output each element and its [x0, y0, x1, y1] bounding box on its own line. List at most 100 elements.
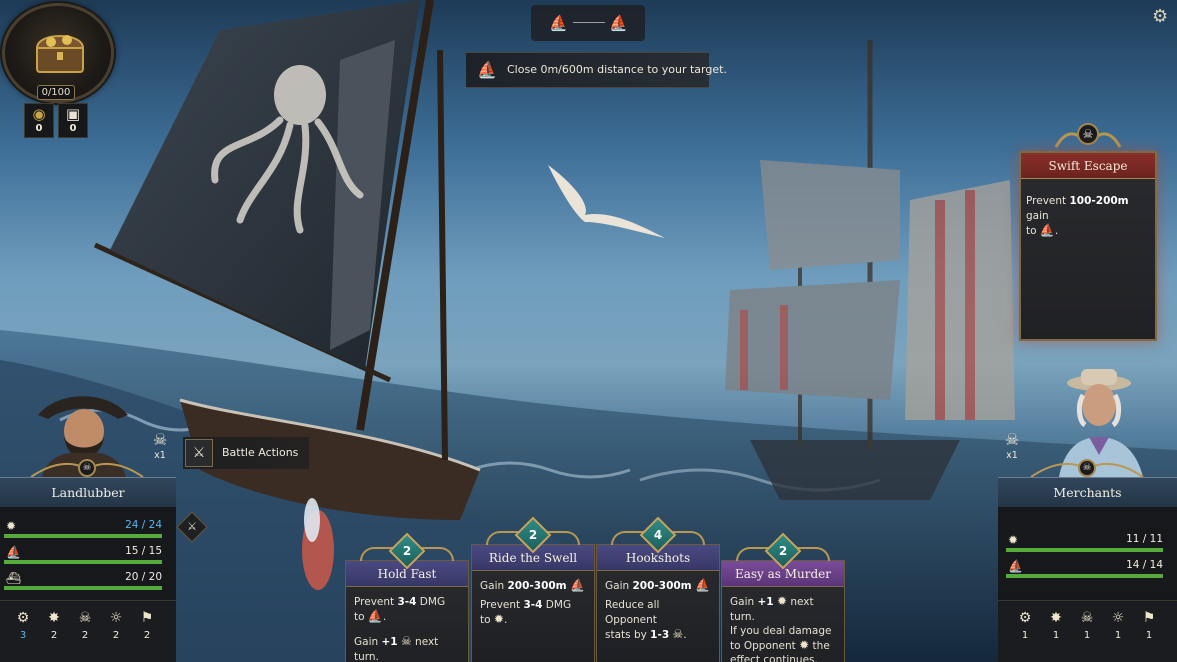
enemy-desc-bold: 100-200m — [1069, 195, 1129, 207]
gold-coin-icon: ◉ — [32, 105, 46, 123]
player-effect-3[interactable]: ☠ 2 — [73, 611, 97, 641]
enemy-intent-card[interactable]: Swift Escape Prevent 100-200m gain to ⛵. — [1019, 151, 1157, 341]
player-effect-2[interactable]: ✸ 2 — [42, 611, 66, 641]
player-stat-sail: ⛵ 15 / 15 — [0, 543, 176, 569]
card-text: Gain — [354, 636, 382, 648]
card-cost: 2 — [778, 544, 788, 558]
gold-resource[interactable]: ◉ 0 — [24, 103, 54, 138]
player-stat-crew-fill — [4, 534, 162, 538]
card-hookshots[interactable]: 4 Hookshots Gain 200-300m ⛵ Reduce all O… — [596, 516, 720, 662]
supply-crate-icon: ▣ — [65, 105, 81, 123]
opponent-stats: ✹ 11 / 11 ⛵ 14 / 14 — [998, 507, 1177, 600]
card-text: Prevent — [480, 599, 524, 611]
sail-icon: ⛵ — [1039, 223, 1055, 237]
sword-burst-icon: ✸ — [1050, 610, 1062, 626]
opponent-effect-5-value: 1 — [1145, 630, 1153, 641]
opponent-effect-2[interactable]: ✸ 1 — [1044, 611, 1068, 641]
enemy-intent-title: Swift Escape — [1021, 153, 1155, 179]
player-stat-crew-bar — [4, 534, 162, 538]
opponent-multiplier: ☠ x1 — [999, 430, 1025, 470]
player-effect-1-value: 3 — [19, 630, 27, 641]
skull-badge-icon: ☠ — [78, 610, 92, 626]
sun-crew-icon: ✹ — [799, 637, 810, 652]
player-effect-4[interactable]: ☼ 2 — [104, 611, 128, 641]
sail-icon: ⛵ — [1008, 559, 1023, 573]
opponent-stat-sail: ⛵ 14 / 14 — [998, 557, 1177, 583]
sun-badge-icon: ☼ — [109, 610, 123, 626]
card-cost: 2 — [528, 528, 538, 542]
opponent-effect-5[interactable]: ⚑ 1 — [1137, 611, 1161, 641]
enemy-desc-prefix: Prevent — [1026, 195, 1070, 207]
skull-badge-icon: ☠ — [1080, 610, 1094, 626]
gold-value: 0 — [35, 123, 43, 134]
player-multiplier: ☠ x1 — [147, 430, 173, 470]
card-text: If you deal damage — [730, 625, 832, 637]
opponent-stat-sail-value: 14 / 14 — [1126, 559, 1163, 571]
opponent-effects: ⚙ 1 ✸ 1 ☠ 1 ☼ 1 ⚑ 1 — [998, 600, 1177, 662]
opponent-stat-crew-fill — [1006, 548, 1163, 552]
card-hold-fast[interactable]: 2 Hold Fast Prevent 3-4 DMG to ⛵. Gain +1… — [345, 532, 469, 662]
opponent-effect-1[interactable]: ⚙ 1 — [1013, 611, 1037, 641]
opponent-stat-crew-value: 11 / 11 — [1126, 533, 1163, 545]
card-cost: 2 — [402, 544, 412, 558]
card-text: DMG — [542, 599, 572, 611]
supply-value: 0 — [69, 123, 77, 134]
player-effect-5[interactable]: ⚑ 2 — [135, 611, 159, 641]
player-multiplier-text: x1 — [154, 450, 166, 461]
player-stat-sail-bar — [4, 560, 162, 564]
gear-badge-icon: ⚙ — [1018, 610, 1032, 626]
card-description: Prevent 3-4 DMG to ⛵. Gain +1 ☠ next turn… — [354, 596, 446, 662]
card-easy-as-murder[interactable]: 2 Easy as Murder Gain +1 ✹ next turn. If… — [721, 532, 845, 662]
skull-badge-icon: ☠ — [400, 634, 412, 648]
card-ride-the-swell[interactable]: 2 Ride the Swell Gain 200-300m ⛵ Prevent… — [471, 516, 595, 662]
card-text: to Opponent — [730, 639, 796, 652]
card-text: to — [354, 611, 365, 623]
ship-icon: ⛵ — [477, 60, 497, 79]
card-text: the — [809, 639, 830, 652]
sun-crew-icon: ✹ — [6, 519, 17, 533]
enemy-desc-suffix: gain — [1026, 210, 1049, 222]
player-stat-sail-fill — [4, 560, 162, 564]
card-description: Gain 200-300m ⛵ Reduce all Opponent stats… — [605, 578, 710, 641]
card-text: Gain — [605, 580, 633, 592]
card-text-bold: 3-4 — [523, 599, 543, 611]
gear-badge-icon: ⚙ — [16, 610, 30, 626]
opponent-effect-3[interactable]: ☠ 1 — [1075, 611, 1099, 641]
gear-icon[interactable]: ⚙ — [1152, 6, 1168, 27]
player-stat-hull-value: 20 / 20 — [125, 571, 162, 583]
card-text: Reduce all Opponent — [605, 599, 660, 626]
sail-icon: ⛵ — [694, 578, 710, 592]
card-text: Prevent — [354, 596, 398, 608]
player-stat-hull-bar — [4, 586, 162, 590]
distance-meter: ⛵ ⛵ — [531, 5, 645, 41]
enemy-desc-line2: to — [1026, 225, 1037, 237]
card-cost: 4 — [653, 528, 663, 542]
objective-text: Close 0m/600m distance to your target. — [507, 63, 727, 76]
card-text-bold: 200-300m — [632, 580, 692, 592]
opponent-stat-crew-bar — [1006, 548, 1163, 552]
battle-actions-label: Battle Actions — [222, 446, 299, 459]
sail-icon: ⛵ — [569, 578, 585, 592]
skull-badge-icon: ☠ — [152, 430, 168, 449]
opponent-effect-4-value: 1 — [1114, 630, 1122, 641]
card-text-bold: 200-300m — [507, 580, 567, 592]
supply-resource[interactable]: ▣ 0 — [58, 103, 88, 138]
opponent-multiplier-text: x1 — [1006, 450, 1018, 461]
player-effect-5-value: 2 — [143, 630, 151, 641]
sun-crew-icon: ✹ — [776, 594, 787, 608]
card-text-bold: +1 — [757, 596, 774, 608]
opponent-stat-crew: ✹ 11 / 11 — [998, 531, 1177, 557]
player-stat-hull: ⛴ 20 / 20 — [0, 569, 176, 595]
battle-actions-button[interactable]: ⚔ Battle Actions — [183, 437, 309, 469]
treasure-chest-icon — [35, 35, 85, 73]
treasure-count: 0/100 — [37, 85, 75, 100]
target-ship-icon: ⛵ — [609, 14, 628, 32]
player-effects: ⚙ 3 ✸ 2 ☠ 2 ☼ 2 ⚑ 2 — [0, 600, 176, 662]
player-effect-1[interactable]: ⚙ 3 — [11, 611, 35, 641]
opponent-effect-4[interactable]: ☼ 1 — [1106, 611, 1130, 641]
skull-badge-icon: ☠ — [1004, 430, 1020, 449]
opponent-effect-3-value: 1 — [1083, 630, 1091, 641]
card-text: DMG — [416, 596, 446, 608]
skull-icon: ☠ — [78, 459, 96, 477]
hull-icon: ⛴ — [6, 571, 22, 585]
